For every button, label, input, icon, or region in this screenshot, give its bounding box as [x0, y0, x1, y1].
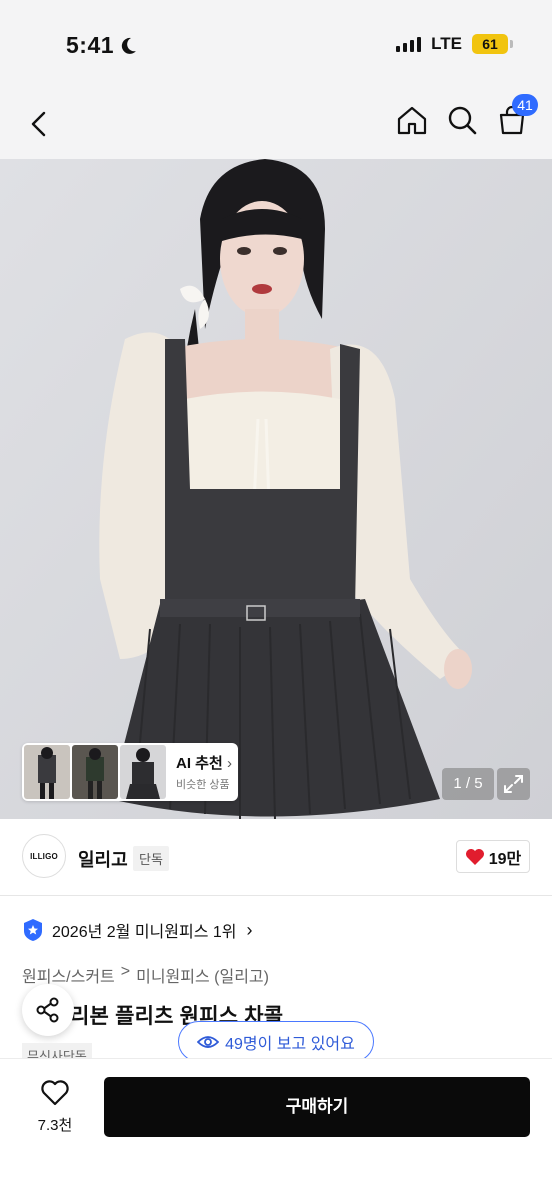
share-icon: [36, 997, 59, 1023]
brand-row: ILLIGO 일리고 단독 19만: [0, 830, 552, 896]
ai-recommend-subtitle: 비슷한 상품: [176, 779, 230, 791]
wishlist-button[interactable]: 7.3천: [30, 1079, 80, 1135]
image-page-indicator: 1 / 5: [442, 768, 494, 800]
breadcrumb-subcategory[interactable]: 미니원피스 (일리고): [136, 963, 269, 987]
signal-icon: [396, 36, 422, 52]
chevron-right-icon: ›: [246, 919, 253, 940]
viewers-text: 49명이 보고 있어요: [225, 1035, 355, 1053]
breadcrumb-separator: >: [120, 963, 131, 980]
heart-outline-icon: [41, 1080, 69, 1106]
battery-icon: 61: [472, 34, 513, 54]
home-icon[interactable]: [394, 102, 430, 138]
brand-name[interactable]: 일리고: [78, 846, 128, 872]
share-button[interactable]: [22, 984, 74, 1036]
exclusive-badge: 단독: [133, 846, 169, 871]
viewers-pill: 49명이 보고 있어요: [178, 1021, 374, 1062]
breadcrumb: 원피스/스커트 > 미니원피스 (일리고): [22, 963, 269, 987]
brand-like-count: 19만: [488, 850, 522, 868]
buy-button[interactable]: 구매하기: [104, 1077, 530, 1137]
brand-like-button[interactable]: 19만: [456, 840, 530, 873]
ai-recommend-title: AI 추천 ›: [176, 755, 232, 772]
ranking-text: 2026년 2월 미니원피스 1위: [52, 924, 237, 941]
ai-thumb-1: [24, 745, 70, 799]
time-text: 5:41: [66, 32, 115, 58]
product-image[interactable]: [0, 159, 552, 819]
heart-filled-icon: [465, 848, 484, 865]
breadcrumb-category[interactable]: 원피스/스커트: [22, 963, 115, 987]
expand-icon: [504, 775, 523, 793]
ai-thumb-2: [72, 745, 118, 799]
eye-icon: [197, 1035, 220, 1048]
search-icon[interactable]: [444, 102, 480, 138]
ai-recommend-card[interactable]: AI 추천 › 비슷한 상품: [22, 743, 238, 801]
status-bar: 5:41 LTE 61: [0, 0, 552, 92]
wishlist-count: 7.3천: [37, 1117, 73, 1134]
status-indicators: LTE 61: [396, 34, 513, 54]
back-icon[interactable]: [22, 106, 58, 142]
expand-button[interactable]: [497, 768, 530, 800]
top-nav: 41: [0, 92, 552, 159]
ranking-badge-icon: [24, 919, 42, 941]
model-photo: [0, 159, 552, 819]
bottom-action-bar: 7.3천 구매하기: [0, 1058, 552, 1200]
ai-thumb-3: [120, 745, 166, 799]
status-time: 5:41: [66, 32, 138, 59]
moon-icon: [121, 37, 137, 54]
ranking-row[interactable]: 2026년 2월 미니원피스 1위 ›: [22, 918, 253, 942]
network-label: LTE: [431, 34, 462, 53]
brand-logo[interactable]: ILLIGO: [22, 834, 66, 878]
chevron-right-icon: ›: [226, 755, 232, 772]
cart-badge: 41: [512, 94, 538, 116]
cart-button[interactable]: 41: [494, 94, 538, 138]
